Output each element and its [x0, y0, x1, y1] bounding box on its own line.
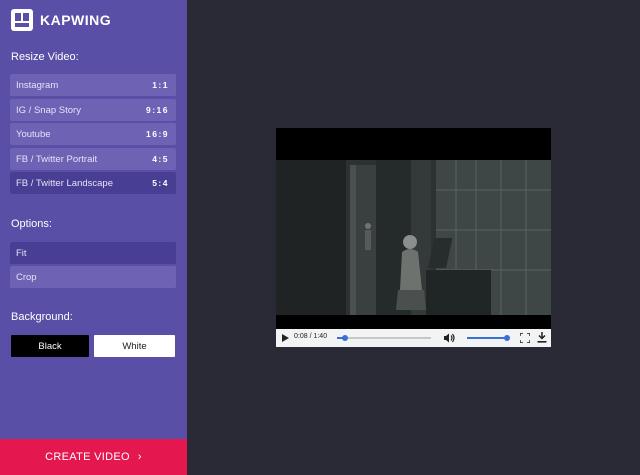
resize-option-ig-snap-story[interactable]: IG / Snap Story 9:16 [10, 99, 176, 121]
progress-bar[interactable] [337, 335, 431, 341]
resize-option-label: IG / Snap Story [16, 104, 81, 116]
volume-slider[interactable] [467, 335, 510, 341]
resize-option-label: Instagram [16, 79, 59, 91]
fullscreen-icon[interactable] [520, 333, 530, 343]
resize-option-instagram[interactable]: Instagram 1:1 [10, 74, 176, 96]
progress-knob[interactable] [341, 335, 348, 341]
video-frame[interactable] [276, 160, 551, 315]
resize-option-label: FB / Twitter Portrait [16, 153, 98, 165]
video-scene-image [276, 160, 551, 315]
resize-option-fb-twitter-landscape[interactable]: FB / Twitter Landscape 5:4 [10, 172, 176, 194]
create-video-label: CREATE VIDEO [45, 451, 130, 463]
options-section-title: Options: [11, 218, 52, 230]
brand-name: KAPWING [40, 12, 112, 28]
video-player[interactable] [276, 128, 551, 347]
resize-option-ratio: 4:5 [152, 154, 169, 164]
volume-icon[interactable] [444, 333, 455, 343]
background-black-button[interactable]: Black [11, 335, 89, 357]
download-icon[interactable] [537, 332, 547, 343]
video-time: 0:08 / 1:40 [294, 333, 328, 340]
resize-option-fb-twitter-portrait[interactable]: FB / Twitter Portrait 4:5 [10, 148, 176, 170]
option-crop[interactable]: Crop [10, 266, 176, 288]
resize-option-ratio: 9:16 [145, 105, 169, 115]
background-white-button[interactable]: White [94, 335, 175, 357]
option-label: Fit [16, 247, 27, 259]
resize-option-label: Youtube [16, 128, 51, 140]
option-label: Crop [16, 271, 37, 283]
kapwing-logo-icon [11, 9, 33, 31]
resize-option-ratio: 5:4 [152, 178, 169, 188]
resize-section-title: Resize Video: [11, 51, 79, 63]
background-section-title: Background: [11, 311, 73, 323]
option-fit[interactable]: Fit [10, 242, 176, 264]
resize-option-youtube[interactable]: Youtube 16:9 [10, 123, 176, 145]
create-video-button[interactable]: CREATE VIDEO › [0, 439, 187, 475]
brand[interactable]: KAPWING [11, 9, 111, 31]
resize-option-label: FB / Twitter Landscape [16, 177, 113, 189]
video-controls: 0:08 / 1:40 [276, 329, 551, 347]
resize-option-ratio: 16:9 [145, 129, 169, 139]
resize-option-ratio: 1:1 [152, 80, 169, 90]
play-icon[interactable] [282, 334, 289, 342]
volume-knob[interactable] [504, 335, 510, 341]
sidebar: KAPWING Resize Video: Instagram 1:1 IG /… [0, 0, 187, 475]
chevron-right-icon: › [137, 451, 142, 463]
